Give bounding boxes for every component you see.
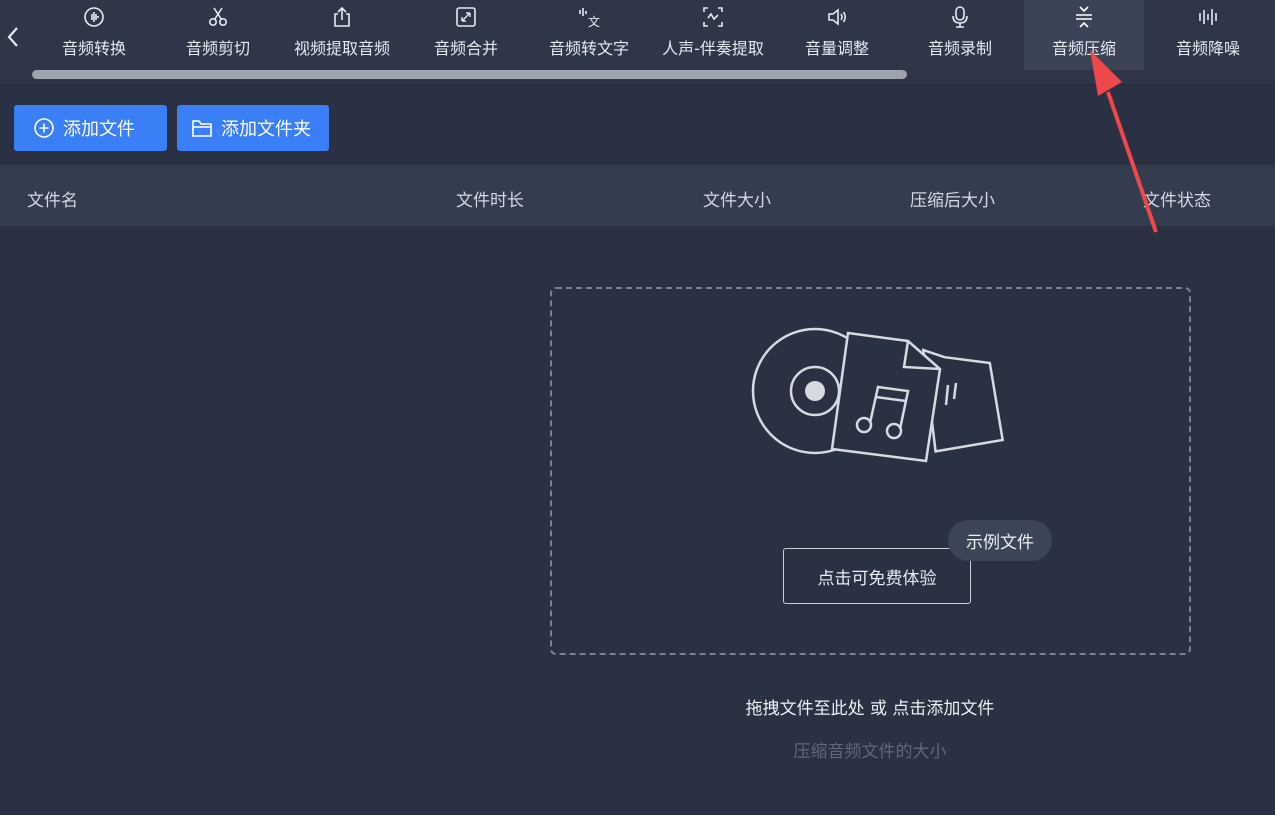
- example-file-badge[interactable]: 示例文件: [948, 520, 1052, 561]
- compress-icon: [1076, 6, 1092, 28]
- column-size[interactable]: 文件大小: [703, 186, 771, 211]
- waveform-circle-icon: [84, 7, 104, 27]
- tool-audio-convert[interactable]: 音频转换: [44, 0, 144, 70]
- scissors-icon: [208, 7, 228, 27]
- tool-label: 音频转换: [61, 39, 126, 58]
- feature-description: 压缩音频文件的大小: [793, 742, 947, 762]
- add-folder-label: 添加文件夹: [221, 119, 311, 140]
- column-duration[interactable]: 文件时长: [456, 186, 524, 211]
- scrollbar-thumb[interactable]: [32, 70, 907, 79]
- tool-audio-record[interactable]: 音频录制: [910, 0, 1010, 70]
- drop-hint: 拖拽文件至此处 或 点击添加文件: [745, 699, 995, 719]
- export-icon: [334, 6, 350, 27]
- audio-files-illustration-icon: [751, 327, 1004, 463]
- column-compressed-size[interactable]: 压缩后大小: [910, 186, 995, 211]
- free-trial-button[interactable]: 点击可免费体验: [783, 548, 971, 604]
- tool-label: 音频合并: [433, 39, 498, 58]
- tool-label: 视频提取音频: [293, 39, 390, 58]
- add-folder-button[interactable]: 添加文件夹: [177, 105, 329, 151]
- speaker-icon: [828, 8, 847, 26]
- folder-icon: [192, 120, 212, 137]
- toolbar-scrollbar[interactable]: [32, 70, 907, 79]
- add-file-label: 添加文件: [63, 119, 135, 140]
- tool-label: 音频剪切: [185, 39, 250, 58]
- plus-circle-icon: [34, 118, 54, 138]
- merge-icon: [456, 7, 476, 27]
- tool-volume-adjust[interactable]: 音量调整: [787, 0, 887, 70]
- noise-reduction-icon: [1199, 9, 1217, 25]
- tool-label: 音频降噪: [1175, 39, 1240, 58]
- add-file-button[interactable]: 添加文件: [14, 105, 167, 151]
- tool-audio-cut[interactable]: 音频剪切: [168, 0, 268, 70]
- tool-label: 音频转文字: [548, 39, 629, 58]
- scroll-left-icon[interactable]: [2, 22, 24, 52]
- speech-to-text-icon: 文: [579, 8, 600, 29]
- tool-label: 人声-伴奏提取: [662, 39, 764, 58]
- tool-label: 音量调整: [804, 39, 869, 58]
- tool-audio-to-text[interactable]: 文 音频转文字: [539, 0, 639, 70]
- tool-noise-reduction[interactable]: 音频降噪: [1158, 0, 1258, 70]
- column-file-name[interactable]: 文件名: [27, 186, 78, 211]
- tool-vocal-extract[interactable]: 人声-伴奏提取: [650, 0, 776, 70]
- microphone-icon: [952, 6, 968, 28]
- vocal-extract-icon: [703, 7, 723, 27]
- tool-audio-merge[interactable]: 音频合并: [416, 0, 516, 70]
- tool-label: 音频录制: [927, 39, 992, 58]
- svg-text:文: 文: [588, 14, 600, 29]
- annotation-arrow-icon: [1090, 50, 1158, 233]
- tool-video-extract-audio[interactable]: 视频提取音频: [280, 0, 404, 70]
